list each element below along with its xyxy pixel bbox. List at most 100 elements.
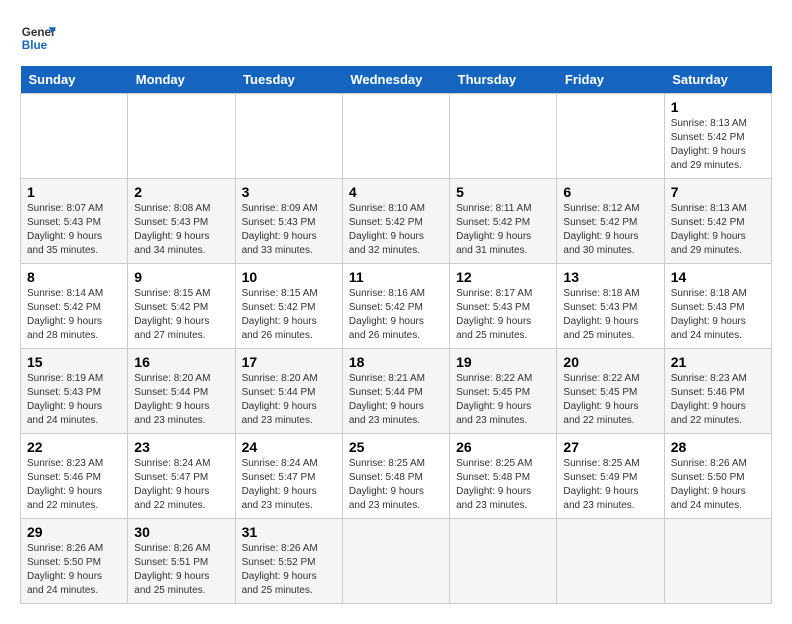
calendar-header-wednesday: Wednesday [342, 66, 449, 94]
calendar-cell [557, 94, 664, 179]
calendar-cell: 31 Sunrise: 8:26 AMSunset: 5:52 PMDayligh… [235, 519, 342, 604]
day-info: Sunrise: 8:23 AMSunset: 5:46 PMDaylight:… [671, 372, 765, 428]
calendar-header-friday: Friday [557, 66, 664, 94]
day-number: 20 [563, 354, 657, 370]
day-info: Sunrise: 8:24 AMSunset: 5:47 PMDaylight:… [242, 457, 336, 513]
day-number: 29 [27, 524, 121, 540]
calendar-cell [664, 519, 771, 604]
day-info: Sunrise: 8:21 AMSunset: 5:44 PMDaylight:… [349, 372, 443, 428]
day-info: Sunrise: 8:20 AMSunset: 5:44 PMDaylight:… [134, 372, 228, 428]
calendar-cell: 22Sunrise: 8:23 AMSunset: 5:46 PMDayligh… [21, 434, 128, 519]
day-info: Sunrise: 8:09 AMSunset: 5:43 PMDaylight:… [242, 202, 336, 258]
day-number: 23 [134, 439, 228, 455]
day-number: 30 [134, 524, 228, 540]
day-number: 11 [349, 269, 443, 285]
calendar-cell: 23 Sunrise: 8:24 AMSunset: 5:47 PMDayligh… [128, 434, 235, 519]
day-number: 8 [27, 269, 121, 285]
header: General Blue [20, 20, 772, 56]
calendar-cell: 17Sunrise: 8:20 AMSunset: 5:44 PMDayligh… [235, 349, 342, 434]
calendar-cell: 8 Sunrise: 8:14 AMSunset: 5:42 PMDaylight… [21, 264, 128, 349]
day-info: Sunrise: 8:20 AMSunset: 5:44 PMDaylight:… [242, 372, 336, 428]
calendar-cell [235, 94, 342, 179]
calendar-cell: 7Sunrise: 8:13 AMSunset: 5:42 PMDaylight… [664, 179, 771, 264]
calendar-cell: 11 Sunrise: 8:16 AMSunset: 5:42 PMDayligh… [342, 264, 449, 349]
day-info: Sunrise: 8:26 AMSunset: 5:51 PMDaylight:… [134, 542, 228, 598]
calendar-cell [450, 519, 557, 604]
calendar-cell: 18 Sunrise: 8:21 AMSunset: 5:44 PMDayligh… [342, 349, 449, 434]
calendar-cell [342, 94, 449, 179]
day-number: 25 [349, 439, 443, 455]
day-info: Sunrise: 8:18 AMSunset: 5:43 PMDaylight:… [671, 287, 765, 343]
day-info: Sunrise: 8:12 AMSunset: 5:42 PMDaylight:… [563, 202, 657, 258]
calendar-cell: 3Sunrise: 8:09 AMSunset: 5:43 PMDaylight… [235, 179, 342, 264]
day-number: 31 [242, 524, 336, 540]
day-number: 4 [349, 184, 443, 200]
calendar-cell: 1 Sunrise: 8:13 AMSunset: 5:42 PMDaylight… [664, 94, 771, 179]
calendar-cell [342, 519, 449, 604]
day-info: Sunrise: 8:15 AMSunset: 5:42 PMDaylight:… [134, 287, 228, 343]
day-info: Sunrise: 8:16 AMSunset: 5:42 PMDaylight:… [349, 287, 443, 343]
day-number: 28 [671, 439, 765, 455]
calendar-header-sunday: Sunday [21, 66, 128, 94]
day-info: Sunrise: 8:26 AMSunset: 5:50 PMDaylight:… [27, 542, 121, 598]
calendar-cell: 20 Sunrise: 8:22 AMSunset: 5:45 PMDayligh… [557, 349, 664, 434]
day-number: 22 [27, 439, 121, 455]
calendar-cell: 2Sunrise: 8:08 AMSunset: 5:43 PMDaylight… [128, 179, 235, 264]
day-info: Sunrise: 8:25 AMSunset: 5:48 PMDaylight:… [456, 457, 550, 513]
calendar-cell [128, 94, 235, 179]
calendar-cell: 16 Sunrise: 8:20 AMSunset: 5:44 PMDayligh… [128, 349, 235, 434]
day-number: 5 [456, 184, 550, 200]
calendar-week-row: 15 Sunrise: 8:19 AMSunset: 5:43 PMDayligh… [21, 349, 772, 434]
day-number: 15 [27, 354, 121, 370]
calendar-cell: 4 Sunrise: 8:10 AMSunset: 5:42 PMDaylight… [342, 179, 449, 264]
day-info: Sunrise: 8:26 AMSunset: 5:52 PMDaylight:… [242, 542, 336, 598]
logo-icon: General Blue [20, 20, 56, 56]
calendar-cell: 19Sunrise: 8:22 AMSunset: 5:45 PMDayligh… [450, 349, 557, 434]
calendar-week-row: 8 Sunrise: 8:14 AMSunset: 5:42 PMDaylight… [21, 264, 772, 349]
calendar-header-saturday: Saturday [664, 66, 771, 94]
day-info: Sunrise: 8:25 AMSunset: 5:49 PMDaylight:… [563, 457, 657, 513]
day-info: Sunrise: 8:10 AMSunset: 5:42 PMDaylight:… [349, 202, 443, 258]
calendar-cell: 24 Sunrise: 8:24 AMSunset: 5:47 PMDayligh… [235, 434, 342, 519]
day-number: 16 [134, 354, 228, 370]
calendar-week-row: 29 Sunrise: 8:26 AMSunset: 5:50 PMDayligh… [21, 519, 772, 604]
calendar-cell [21, 94, 128, 179]
calendar-header-tuesday: Tuesday [235, 66, 342, 94]
calendar-cell: 25 Sunrise: 8:25 AMSunset: 5:48 PMDayligh… [342, 434, 449, 519]
calendar-cell: 14 Sunrise: 8:18 AMSunset: 5:43 PMDayligh… [664, 264, 771, 349]
day-info: Sunrise: 8:14 AMSunset: 5:42 PMDaylight:… [27, 287, 121, 343]
day-number: 26 [456, 439, 550, 455]
day-number: 19 [456, 354, 550, 370]
calendar-week-row: 22Sunrise: 8:23 AMSunset: 5:46 PMDayligh… [21, 434, 772, 519]
day-info: Sunrise: 8:11 AMSunset: 5:42 PMDaylight:… [456, 202, 550, 258]
calendar-cell: 27Sunrise: 8:25 AMSunset: 5:49 PMDayligh… [557, 434, 664, 519]
calendar-cell [557, 519, 664, 604]
day-info: Sunrise: 8:18 AMSunset: 5:43 PMDaylight:… [563, 287, 657, 343]
day-info: Sunrise: 8:13 AMSunset: 5:42 PMDaylight:… [671, 117, 765, 173]
calendar-cell: 30 Sunrise: 8:26 AMSunset: 5:51 PMDayligh… [128, 519, 235, 604]
calendar-cell: 5 Sunrise: 8:11 AMSunset: 5:42 PMDaylight… [450, 179, 557, 264]
day-number: 1 [671, 99, 765, 115]
day-info: Sunrise: 8:07 AMSunset: 5:43 PMDaylight:… [27, 202, 121, 258]
day-info: Sunrise: 8:17 AMSunset: 5:43 PMDaylight:… [456, 287, 550, 343]
calendar-header-row: SundayMondayTuesdayWednesdayThursdayFrid… [21, 66, 772, 94]
day-info: Sunrise: 8:25 AMSunset: 5:48 PMDaylight:… [349, 457, 443, 513]
calendar-cell: 6Sunrise: 8:12 AMSunset: 5:42 PMDaylight… [557, 179, 664, 264]
calendar-header-thursday: Thursday [450, 66, 557, 94]
day-number: 1 [27, 184, 121, 200]
day-info: Sunrise: 8:15 AMSunset: 5:42 PMDaylight:… [242, 287, 336, 343]
day-number: 24 [242, 439, 336, 455]
day-number: 18 [349, 354, 443, 370]
day-info: Sunrise: 8:19 AMSunset: 5:43 PMDaylight:… [27, 372, 121, 428]
day-number: 2 [134, 184, 228, 200]
calendar-cell: 1 Sunrise: 8:07 AMSunset: 5:43 PMDaylight… [21, 179, 128, 264]
day-number: 12 [456, 269, 550, 285]
calendar-table: SundayMondayTuesdayWednesdayThursdayFrid… [20, 66, 772, 604]
day-number: 7 [671, 184, 765, 200]
calendar-cell: 9Sunrise: 8:15 AMSunset: 5:42 PMDaylight… [128, 264, 235, 349]
day-number: 13 [563, 269, 657, 285]
calendar-header-monday: Monday [128, 66, 235, 94]
day-number: 14 [671, 269, 765, 285]
day-info: Sunrise: 8:24 AMSunset: 5:47 PMDaylight:… [134, 457, 228, 513]
day-info: Sunrise: 8:22 AMSunset: 5:45 PMDaylight:… [563, 372, 657, 428]
